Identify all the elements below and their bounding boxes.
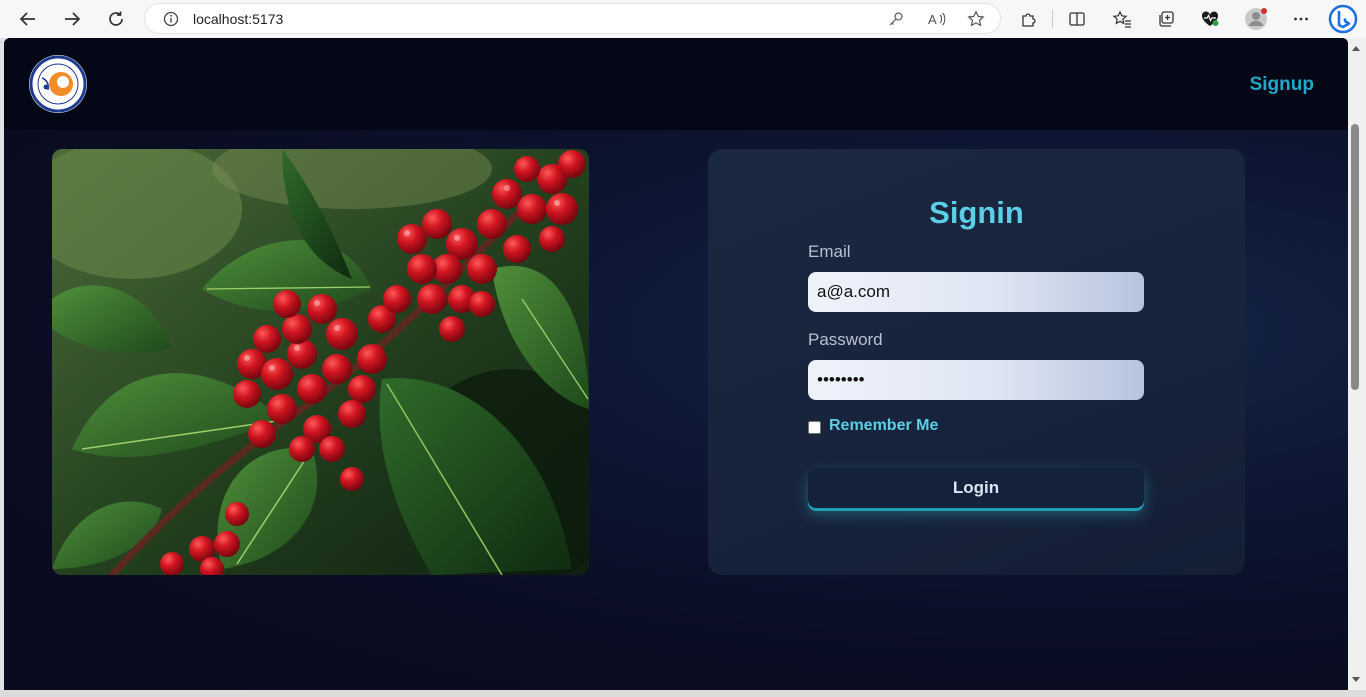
scroll-thumb[interactable] [1351, 124, 1359, 390]
app-viewport: Signup Signin Email a@a.com Password Rem… [4, 38, 1348, 690]
health-icon[interactable] [1195, 4, 1225, 34]
scroll-down-icon[interactable] [1352, 677, 1360, 682]
profile-avatar[interactable] [1241, 4, 1271, 34]
navbar: Signup [4, 38, 1348, 130]
favorites-icon[interactable] [1107, 4, 1137, 34]
refresh-icon[interactable] [101, 4, 131, 34]
more-icon[interactable] [1286, 4, 1316, 34]
key-icon[interactable] [887, 10, 905, 33]
collections-icon[interactable] [1151, 4, 1181, 34]
remember-me-label[interactable]: Remember Me [829, 417, 938, 435]
split-screen-icon[interactable] [1062, 4, 1092, 34]
browser-toolbar: localhost:5173 A [0, 0, 1366, 38]
remember-me-checkbox[interactable] [808, 421, 821, 434]
site-logo[interactable] [28, 54, 88, 114]
back-arrow-icon[interactable] [13, 4, 43, 34]
login-button[interactable]: Login [808, 468, 1144, 508]
email-label: Email [808, 242, 851, 261]
star-icon[interactable] [967, 10, 985, 33]
bing-icon[interactable] [1327, 3, 1359, 35]
page-scrollbar[interactable] [1348, 38, 1366, 690]
signup-link[interactable]: Signup [1250, 74, 1314, 96]
read-aloud-icon[interactable]: A [927, 10, 947, 33]
signin-card: Signin Email Password Remember Me Login [708, 149, 1245, 575]
signin-title: Signin [929, 195, 1024, 230]
svg-text:A: A [928, 12, 937, 27]
email-field[interactable] [808, 272, 1144, 312]
url-text[interactable]: localhost:5173 [193, 11, 283, 27]
info-icon[interactable] [163, 11, 179, 32]
password-field[interactable] [808, 360, 1144, 400]
scroll-up-icon[interactable] [1352, 46, 1360, 51]
forward-arrow-icon[interactable] [57, 4, 87, 34]
address-bar[interactable]: localhost:5173 A [144, 3, 1001, 34]
toolbar-divider [1052, 10, 1053, 28]
extensions-icon[interactable] [1014, 4, 1044, 34]
password-label: Password [808, 330, 883, 349]
coffee-cherries-image [52, 149, 589, 575]
window-bottom-edge [0, 690, 1366, 697]
